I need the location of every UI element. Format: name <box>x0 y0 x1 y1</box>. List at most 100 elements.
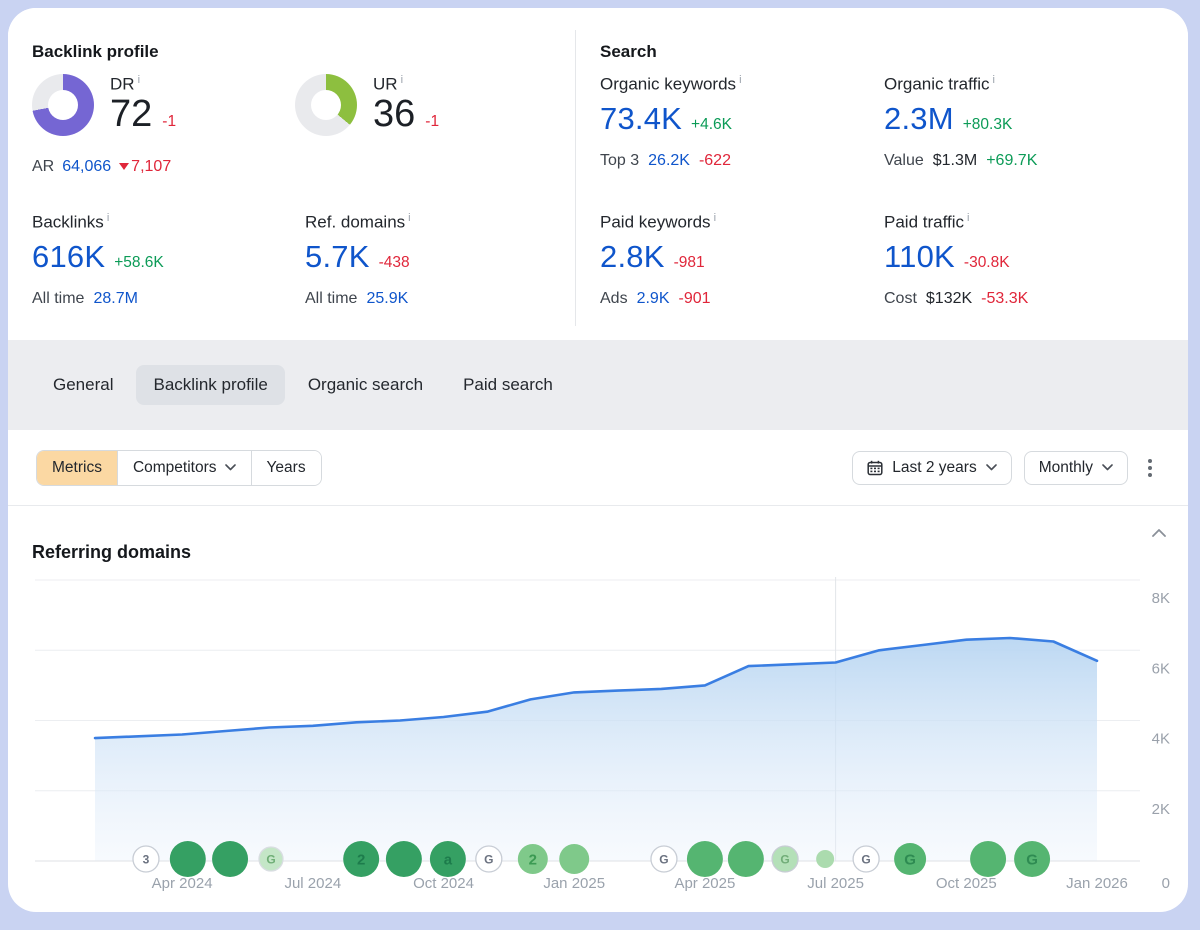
info-icon[interactable]: i <box>107 212 109 224</box>
svg-text:a: a <box>444 852 453 869</box>
google-update-badge[interactable] <box>559 844 589 874</box>
info-icon[interactable]: i <box>739 74 741 86</box>
organic-traffic-value[interactable]: 2.3M <box>884 101 954 137</box>
svg-text:Jan 2026: Jan 2026 <box>1066 875 1128 892</box>
google-update-badge[interactable] <box>728 841 764 877</box>
info-icon[interactable]: i <box>967 212 969 224</box>
organic-keywords-label: Organic keywordsi <box>600 74 742 95</box>
info-icon[interactable]: i <box>993 74 995 86</box>
organic-keywords-value[interactable]: 73.4K <box>600 101 682 137</box>
dr-metric: DRi 72 -1 <box>32 74 176 136</box>
ref-domains-delta[interactable]: -438 <box>379 254 410 272</box>
ref-domains-sub-value[interactable]: 25.9K <box>366 290 408 308</box>
overview-card: Backlink profile DRi 72 -1 URi 36 -1 <box>8 8 1188 912</box>
competitors-button[interactable]: Competitors <box>117 451 251 485</box>
google-update-badge[interactable] <box>687 841 723 877</box>
down-arrow-icon <box>119 163 129 170</box>
ref-domains-sub-label: All time <box>305 290 357 308</box>
dr-delta: -1 <box>162 113 176 131</box>
toolbar-right-tools: Last 2 years Monthly <box>852 451 1160 485</box>
paid-keywords-delta[interactable]: -981 <box>674 254 705 272</box>
info-icon[interactable]: i <box>714 212 716 224</box>
date-range-button[interactable]: Last 2 years <box>852 451 1011 485</box>
chart-title: Referring domains <box>32 542 191 563</box>
google-update-badge[interactable] <box>970 841 1006 877</box>
svg-text:4K: 4K <box>1152 731 1170 748</box>
ads-delta: -901 <box>679 290 711 308</box>
svg-text:8K: 8K <box>1152 590 1170 607</box>
ar-value[interactable]: 64,066 <box>62 158 111 176</box>
ar-delta: 7,107 <box>119 158 171 176</box>
value-amount: $1.3M <box>933 152 977 170</box>
tab-organic-search[interactable]: Organic search <box>291 365 440 405</box>
google-update-badge[interactable] <box>212 841 248 877</box>
paid-traffic-value[interactable]: 110K <box>884 239 955 275</box>
organic-keywords-delta[interactable]: +4.6K <box>691 116 732 134</box>
ref-domains-value[interactable]: 5.7K <box>305 239 370 275</box>
stats-vertical-divider <box>575 30 576 326</box>
search-title: Search <box>600 42 657 62</box>
chart-toolbar: Metrics Competitors Years Last 2 years M… <box>8 430 1188 505</box>
value-delta: +69.7K <box>986 152 1037 170</box>
ur-delta: -1 <box>425 113 439 131</box>
info-icon[interactable]: i <box>408 212 410 224</box>
tab-paid-search[interactable]: Paid search <box>446 365 570 405</box>
paid-keywords-label: Paid keywordsi <box>600 212 716 233</box>
google-update-badge[interactable] <box>386 841 422 877</box>
referring-domains-chart[interactable]: 8K6K4K2K Apr 2024Jul 2024Oct 2024Jan 202… <box>8 565 1188 905</box>
paid-traffic-delta[interactable]: -30.8K <box>964 254 1010 272</box>
backlinks-value[interactable]: 616K <box>32 239 105 275</box>
more-options-kebab-icon[interactable] <box>1140 455 1160 481</box>
cost-label: Cost <box>884 290 917 308</box>
backlinks-sub-value[interactable]: 28.7M <box>93 290 137 308</box>
svg-text:G: G <box>266 853 275 867</box>
info-icon[interactable]: i <box>138 74 140 86</box>
svg-text:G: G <box>780 853 789 867</box>
svg-text:G: G <box>861 853 870 867</box>
value-label: Value <box>884 152 924 170</box>
tab-general[interactable]: General <box>36 365 130 405</box>
ref-domains-metric: Ref. domainsi 5.7K -438 All time 25.9K <box>305 212 411 308</box>
metrics-button[interactable]: Metrics <box>37 451 117 485</box>
ur-gauge[interactable] <box>295 74 357 136</box>
google-update-badge[interactable] <box>170 841 206 877</box>
tab-backlink-profile[interactable]: Backlink profile <box>136 365 284 405</box>
ur-gauge-hole <box>311 90 341 120</box>
svg-text:Jul 2024: Jul 2024 <box>284 875 341 892</box>
paid-keywords-metric: Paid keywordsi 2.8K -981 Ads 2.9K -901 <box>600 212 716 308</box>
years-button[interactable]: Years <box>251 451 321 485</box>
ads-value[interactable]: 2.9K <box>637 290 670 308</box>
organic-traffic-label: Organic traffici <box>884 74 1037 95</box>
dr-gauge[interactable] <box>32 74 94 136</box>
ur-value[interactable]: 36 <box>373 95 415 135</box>
toolbar-chart-divider <box>8 505 1188 506</box>
svg-text:2: 2 <box>357 852 365 869</box>
svg-text:Jan 2025: Jan 2025 <box>543 875 605 892</box>
organic-traffic-delta[interactable]: +80.3K <box>963 116 1013 134</box>
svg-text:2: 2 <box>529 852 537 869</box>
section-tabs: General Backlink profile Organic search … <box>8 340 1188 430</box>
ur-metric: URi 36 -1 <box>295 74 439 136</box>
ur-label: URi <box>373 74 439 95</box>
backlinks-metric: Backlinksi 616K +58.6K All time 28.7M <box>32 212 164 308</box>
top3-label: Top 3 <box>600 152 639 170</box>
top3-delta: -622 <box>699 152 731 170</box>
granularity-button[interactable]: Monthly <box>1024 451 1128 485</box>
chevron-down-icon <box>225 464 236 471</box>
dr-value[interactable]: 72 <box>110 95 152 135</box>
top3-value[interactable]: 26.2K <box>648 152 690 170</box>
svg-text:2K: 2K <box>1152 801 1170 818</box>
chevron-down-icon <box>986 464 997 471</box>
svg-text:0: 0 <box>1162 875 1170 892</box>
view-segmented-control: Metrics Competitors Years <box>36 450 322 486</box>
svg-text:Apr 2025: Apr 2025 <box>674 875 735 892</box>
backlinks-delta[interactable]: +58.6K <box>114 254 164 272</box>
svg-text:Oct 2024: Oct 2024 <box>413 875 474 892</box>
dr-label: DRi <box>110 74 176 95</box>
svg-text:G: G <box>904 852 916 869</box>
info-icon[interactable]: i <box>401 74 403 86</box>
ar-label: AR <box>32 158 54 176</box>
collapse-chevron-up-icon[interactable] <box>1152 528 1166 537</box>
paid-keywords-value[interactable]: 2.8K <box>600 239 665 275</box>
google-update-badge[interactable] <box>816 850 834 868</box>
